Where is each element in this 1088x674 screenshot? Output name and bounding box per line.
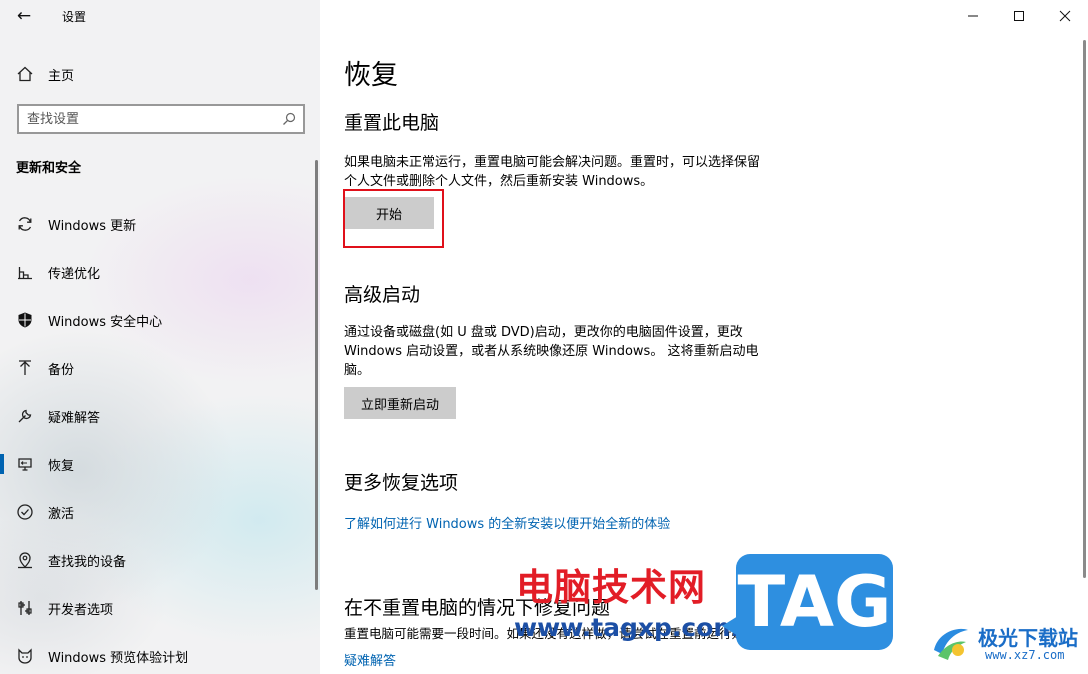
home-label: 主页	[48, 68, 75, 84]
sidebar-item-windows-security[interactable]: Windows 安全中心	[0, 296, 318, 344]
page-title: 恢复	[344, 60, 398, 91]
sidebar-item-label: Windows 安全中心	[48, 314, 163, 330]
wrench-icon	[16, 407, 34, 425]
developer-icon	[16, 599, 34, 617]
advanced-description-line: Windows 启动设置，或者从系统映像还原 Windows。 这将重新启动电	[344, 344, 759, 359]
sync-icon	[16, 215, 34, 233]
advanced-description-line: 脑。	[344, 363, 371, 378]
advanced-description-line: 通过设备或磁盘(如 U 盘或 DVD)启动，更改你的电脑固件设置，更改	[344, 325, 743, 340]
sidebar-nav: Windows 更新 传递优化 Windows 安全中心 备份 疑难解答 恢复 …	[0, 200, 318, 674]
check-circle-icon	[16, 503, 34, 521]
recovery-icon	[16, 455, 34, 473]
sidebar-item-troubleshoot[interactable]: 疑难解答	[0, 392, 318, 440]
shield-icon	[16, 311, 34, 329]
title-bar: ← 设置	[0, 0, 320, 32]
reset-pc-description: 如果电脑未正常运行，重置电脑可能会解决问题。重置时，可以选择保留 个人文件或删除…	[344, 153, 804, 191]
reset-pc-heading: 重置此电脑	[344, 112, 440, 134]
sidebar-item-label: 传递优化	[48, 266, 101, 282]
watermark-brand-url: www.xz7.com	[985, 648, 1065, 662]
minimize-icon	[968, 15, 978, 17]
watermark-site-url: www.tagxp.com	[514, 613, 740, 642]
sidebar-item-find-my-device[interactable]: 查找我的设备	[0, 536, 318, 584]
sidebar-item-label: 开发者选项	[48, 602, 114, 618]
close-button[interactable]	[1042, 0, 1088, 32]
sidebar-item-activation[interactable]: 激活	[0, 488, 318, 536]
backup-arrow-icon	[16, 359, 34, 377]
reset-description-line: 如果电脑未正常运行，重置电脑可能会解决问题。重置时，可以选择保留	[344, 155, 761, 170]
sidebar-item-label: 备份	[48, 362, 75, 378]
main-scrollbar[interactable]	[1083, 40, 1086, 578]
sidebar-item-delivery-optimization[interactable]: 传递优化	[0, 248, 318, 296]
delivery-optimization-icon	[16, 263, 34, 281]
sidebar-item-label: 激活	[48, 506, 75, 522]
section-title: 更新和安全	[16, 161, 82, 176]
restart-now-button[interactable]: 立即重新启动	[344, 387, 456, 419]
sidebar-item-windows-update[interactable]: Windows 更新	[0, 200, 318, 248]
maximize-button[interactable]	[996, 0, 1042, 32]
more-recovery-options-heading: 更多恢复选项	[344, 472, 459, 494]
home-icon	[16, 65, 34, 83]
find-device-icon	[16, 551, 34, 569]
maximize-icon	[1014, 11, 1024, 21]
search-icon[interactable]	[281, 111, 297, 127]
sidebar-item-recovery[interactable]: 恢复	[0, 440, 318, 488]
troubleshoot-link[interactable]: 疑难解答	[344, 650, 396, 669]
watermark-brand-name: 极光下载站	[978, 626, 1078, 650]
close-icon	[1059, 10, 1071, 22]
minimize-button[interactable]	[950, 0, 996, 32]
sidebar-scrollbar[interactable]	[315, 160, 318, 590]
sidebar-item-developer-options[interactable]: 开发者选项	[0, 584, 318, 632]
watermark-site-name: 电脑技术网	[516, 566, 706, 609]
sidebar-item-windows-insider[interactable]: Windows 预览体验计划	[0, 632, 318, 674]
sidebar-item-label: Windows 预览体验计划	[48, 650, 189, 666]
app-title: 设置	[62, 10, 87, 24]
advanced-startup-description: 通过设备或磁盘(如 U 盘或 DVD)启动，更改你的电脑固件设置，更改 Wind…	[344, 323, 804, 380]
sidebar-item-backup[interactable]: 备份	[0, 344, 318, 392]
back-button[interactable]: ←	[12, 4, 36, 28]
home-nav-item[interactable]: 主页	[16, 62, 74, 86]
fresh-install-link[interactable]: 了解如何进行 Windows 的全新安装以便开始全新的体验	[344, 513, 670, 532]
search-box[interactable]	[17, 104, 305, 134]
sidebar-item-label: 恢复	[48, 458, 75, 474]
sidebar-item-label: 查找我的设备	[48, 554, 127, 570]
sidebar-item-label: Windows 更新	[48, 218, 137, 234]
back-arrow-icon: ←	[16, 6, 32, 26]
advanced-startup-heading: 高级启动	[344, 284, 421, 306]
watermark-tag-logo: TAG	[722, 554, 893, 650]
highlight-annotation-box	[343, 189, 444, 248]
search-input[interactable]	[27, 110, 277, 128]
sidebar: ← 设置 主页 更新和安全 Windows 更新 传递优化	[0, 0, 320, 674]
aurora-logo-icon	[928, 620, 972, 664]
sidebar-item-label: 疑难解答	[48, 410, 101, 426]
insider-cat-icon	[16, 647, 34, 665]
